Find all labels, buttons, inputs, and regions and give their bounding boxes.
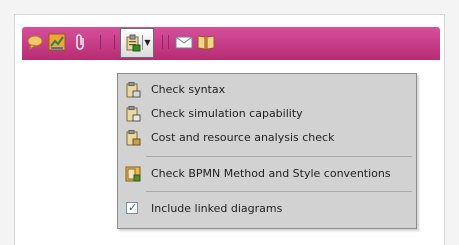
- toolbar-separator: [162, 35, 163, 49]
- comment-icon[interactable]: [26, 33, 44, 51]
- menu-item-label: Check BPMN Method and Style conventions: [151, 167, 391, 180]
- toolbar-separator: [168, 35, 169, 49]
- cost-analysis-icon: [126, 130, 141, 146]
- check-syntax-icon: [126, 82, 141, 98]
- menu-item-check-simulation[interactable]: Check simulation capability: [118, 103, 416, 125]
- paperclip-icon[interactable]: [72, 33, 90, 51]
- menu-item-label: Include linked diagrams: [151, 202, 283, 215]
- toolbar: ▼: [22, 27, 440, 60]
- menu-separator: [146, 156, 412, 157]
- menu-item-label: Check syntax: [151, 83, 226, 96]
- book-icon[interactable]: [197, 33, 215, 51]
- toolbar-separator: [100, 35, 101, 49]
- menu-separator: [146, 191, 412, 192]
- chevron-down-icon: ▼: [142, 35, 152, 50]
- menu-item-label: Cost and resource analysis check: [151, 131, 335, 144]
- bpmn-check-icon: [125, 166, 141, 182]
- validation-menu: Check syntax Check simulation capability…: [117, 73, 417, 229]
- menu-item-cost-analysis[interactable]: Cost and resource analysis check: [118, 127, 416, 149]
- validation-dropdown-icon: [126, 34, 141, 52]
- menu-item-bpmn-check[interactable]: Check BPMN Method and Style conventions: [118, 163, 416, 185]
- toolbar-separator: [114, 35, 115, 49]
- menu-item-label: Check simulation capability: [151, 107, 303, 120]
- validation-dropdown-button[interactable]: ▼: [120, 28, 154, 58]
- chart-icon[interactable]: [48, 33, 66, 51]
- menu-item-include-linked[interactable]: ✓ Include linked diagrams: [118, 198, 416, 220]
- mail-icon[interactable]: [175, 33, 193, 51]
- checkmark-icon: ✓: [128, 201, 138, 214]
- include-linked-checkbox[interactable]: ✓: [126, 201, 138, 214]
- menu-item-check-syntax[interactable]: Check syntax: [118, 79, 416, 101]
- check-simulation-icon: [126, 106, 141, 122]
